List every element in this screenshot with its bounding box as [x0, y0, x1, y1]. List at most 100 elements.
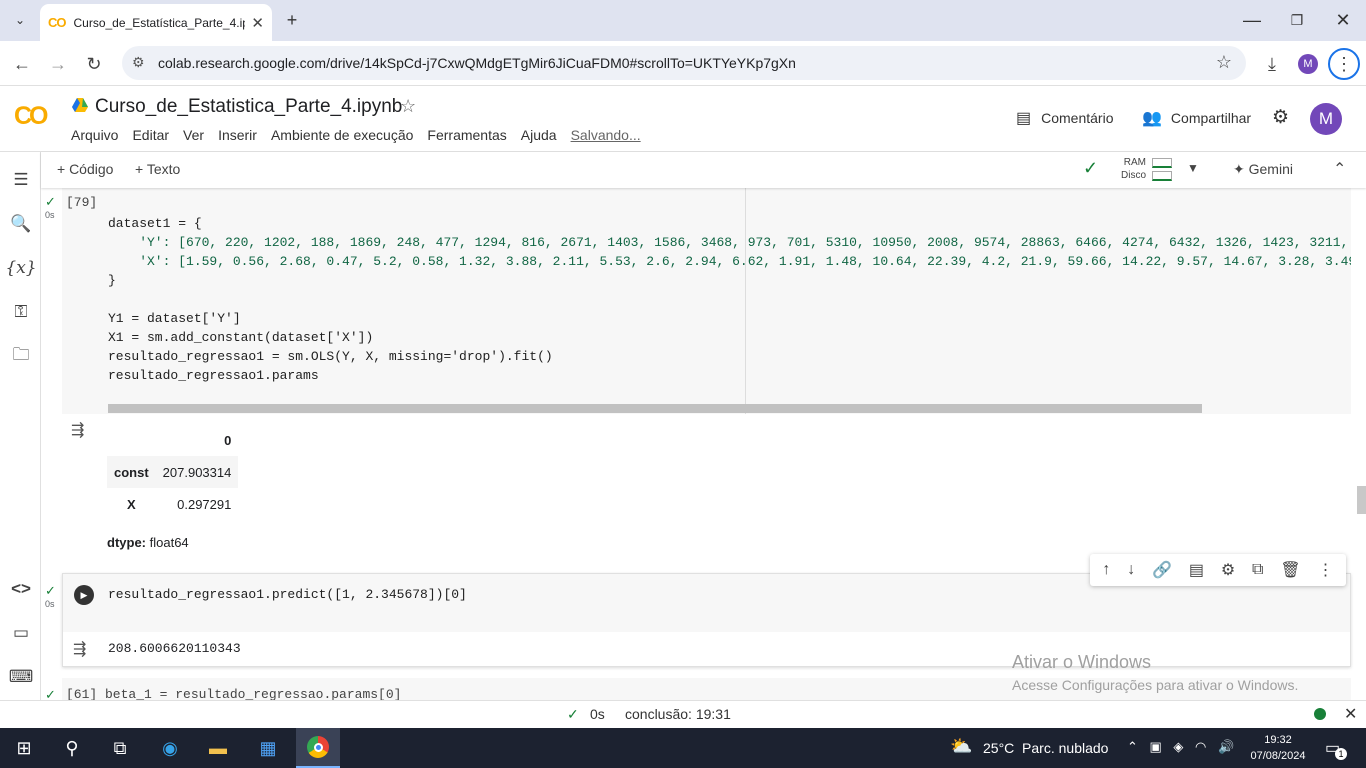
chrome-taskbar-icon[interactable]: [296, 728, 340, 768]
code-line: }: [108, 273, 116, 288]
resources-indicator[interactable]: RAM Disco: [1121, 157, 1173, 181]
code-line: resultado_regressao1.params: [108, 368, 319, 383]
code-line: dataset1 = {: [108, 216, 202, 231]
vertical-scrollbar[interactable]: [1356, 188, 1366, 700]
colab-logo[interactable]: CO: [14, 102, 48, 131]
clock-time: 19:32: [1264, 734, 1292, 746]
back-icon[interactable]: ←: [8, 50, 36, 78]
browser-tab[interactable]: CO Curso_de_Estatística_Parte_4.ipy ✕: [40, 4, 272, 41]
windows-taskbar: ⊞ ⚲ ⧉ ◉ ▬ ▦ ⛅ 25°C Parc. nublado ⌃ ▣ ◈ ◠…: [0, 728, 1366, 768]
cell1-code[interactable]: dataset1 = { 'Y': [670, 220, 1202, 188, …: [108, 195, 1351, 385]
code-line: Y1 = dataset['Y']: [108, 311, 241, 326]
menu-ver[interactable]: Ver: [183, 127, 204, 143]
code-snippets-icon[interactable]: <>: [8, 576, 34, 602]
clock[interactable]: 19:32 07/08/2024: [1250, 732, 1306, 764]
file-explorer-icon[interactable]: ▬: [204, 736, 232, 760]
variables-icon[interactable]: {x}: [5, 255, 36, 281]
user-avatar[interactable]: M: [1310, 103, 1342, 135]
tray-icons[interactable]: ⌃ ▣ ◈ ◠ 🔊: [1127, 739, 1238, 755]
tab-search-icon[interactable]: ⌄: [6, 6, 34, 34]
download-icon[interactable]: ⤓: [1258, 50, 1286, 78]
edge-icon[interactable]: ◉: [156, 736, 184, 760]
cell3-code[interactable]: [61] beta_1 = resultado_regressao.params…: [66, 685, 401, 700]
star-notebook-icon[interactable]: ☆: [400, 96, 416, 117]
settings-gear-icon[interactable]: ⚙: [1272, 106, 1289, 129]
cell1-time: 0s: [45, 210, 55, 220]
dtype-line: dtype: float64: [107, 535, 189, 550]
restore-icon[interactable]: ❐: [1283, 6, 1311, 34]
minimize-icon[interactable]: —: [1238, 6, 1266, 34]
collapse-chevron-icon[interactable]: ⌃: [1333, 159, 1346, 179]
cell2-success-check-icon: ✓: [45, 583, 56, 598]
scrollbar-thumb[interactable]: [1357, 486, 1366, 514]
site-info-icon[interactable]: ⚙: [132, 54, 145, 71]
close-status-icon[interactable]: ✕: [1344, 704, 1357, 724]
add-text-button[interactable]: + Texto: [135, 161, 180, 177]
menu-arquivo[interactable]: Arquivo: [71, 127, 118, 143]
menu-inserir[interactable]: Inserir: [218, 127, 257, 143]
disk-bar: [1152, 170, 1173, 181]
address-bar[interactable]: ⚙ colab.research.google.com/drive/14kSpC…: [122, 46, 1246, 80]
colab-header: CO Curso_de_Estatistica_Parte_4.ipynb ☆ …: [0, 86, 1366, 152]
table-of-contents-icon[interactable]: ☰: [8, 167, 34, 193]
browser-menu-icon[interactable]: ⋮: [1328, 48, 1360, 80]
reload-icon[interactable]: ↻: [80, 50, 108, 78]
share-button[interactable]: 👥 Compartilhar: [1142, 108, 1251, 128]
new-tab-icon[interactable]: +: [278, 6, 306, 34]
completion-time[interactable]: conclusão: 19:31: [625, 706, 731, 722]
cell1-exec-count: [79]: [66, 195, 98, 210]
output-toggle-icon[interactable]: ⇶: [71, 420, 84, 440]
people-icon: 👥: [1142, 110, 1162, 127]
move-up-icon[interactable]: ↑: [1102, 561, 1110, 579]
add-code-button[interactable]: + Código: [57, 161, 113, 177]
connected-check-icon: ✓: [1083, 158, 1099, 178]
saving-status[interactable]: Salvando...: [571, 127, 641, 143]
weather-icon: ⛅: [950, 736, 973, 756]
run-cell-icon[interactable]: ▶: [74, 585, 94, 605]
horizontal-scrollbar[interactable]: [108, 404, 1202, 413]
search-icon[interactable]: 🔍: [8, 211, 34, 237]
taskbar-search-icon[interactable]: ⚲: [58, 736, 86, 760]
weather-text[interactable]: 25°C Parc. nublado: [983, 740, 1108, 756]
store-icon[interactable]: ▦: [254, 736, 282, 760]
mirror-cell-icon[interactable]: ⧉: [1252, 561, 1263, 579]
cell2-time: 0s: [45, 599, 55, 609]
runtime-dropdown-icon[interactable]: ▼: [1187, 161, 1199, 175]
terminal-icon[interactable]: ⌨: [8, 664, 34, 690]
comment-cell-icon[interactable]: ▤: [1189, 560, 1204, 580]
comment-button[interactable]: ▤ Comentário: [1016, 108, 1114, 128]
files-folder-icon[interactable]: 🗀: [8, 343, 34, 369]
notebook-title[interactable]: Curso_de_Estatistica_Parte_4.ipynb: [95, 96, 402, 118]
code-cell-2[interactable]: ▶ resultado_regressao1.predict([1, 2.345…: [62, 573, 1351, 667]
delete-icon[interactable]: 🗑: [1280, 560, 1300, 580]
output-toggle-icon[interactable]: ⇶: [73, 639, 86, 659]
task-view-icon[interactable]: ⧉: [106, 736, 134, 760]
profile-avatar[interactable]: M: [1298, 54, 1318, 74]
comment-label: Comentário: [1041, 110, 1114, 126]
disk-label: Disco: [1121, 170, 1147, 181]
more-options-icon[interactable]: ⋮: [1317, 560, 1333, 580]
tab-title: Curso_de_Estatística_Parte_4.ipy: [73, 15, 246, 30]
menu-ferramentas[interactable]: Ferramentas: [427, 127, 506, 143]
cell2-code[interactable]: resultado_regressao1.predict([1, 2.34567…: [108, 585, 467, 604]
row-value: 0.297291: [177, 496, 232, 512]
code-line: 'Y': [670, 220, 1202, 188, 1869, 248, 47…: [108, 235, 1351, 250]
secrets-key-icon[interactable]: ⚿: [8, 299, 34, 325]
row-label: X: [127, 496, 136, 512]
gemini-button[interactable]: ✦ Gemini: [1233, 161, 1293, 178]
menu-editar[interactable]: Editar: [132, 127, 169, 143]
close-tab-icon[interactable]: ✕: [251, 14, 264, 32]
code-cell-1[interactable]: [79] dataset1 = { 'Y': [670, 220, 1202, …: [62, 188, 1351, 414]
cell-toolbar: ↑ ↓ 🔗 ▤ ⚙ ⧉ 🗑 ⋮: [1090, 554, 1346, 586]
cell-settings-icon[interactable]: ⚙: [1221, 560, 1235, 580]
move-down-icon[interactable]: ↓: [1127, 561, 1135, 579]
link-icon[interactable]: 🔗: [1152, 560, 1172, 580]
menu-ambiente[interactable]: Ambiente de execução: [271, 127, 413, 143]
forward-icon[interactable]: →: [44, 50, 72, 78]
bookmark-star-icon[interactable]: ☆: [1216, 52, 1232, 73]
command-palette-icon[interactable]: ▭: [8, 620, 34, 646]
windows-start-icon[interactable]: ⊞: [10, 736, 38, 760]
menu-ajuda[interactable]: Ajuda: [521, 127, 557, 143]
window-close-icon[interactable]: ✕: [1329, 6, 1357, 34]
